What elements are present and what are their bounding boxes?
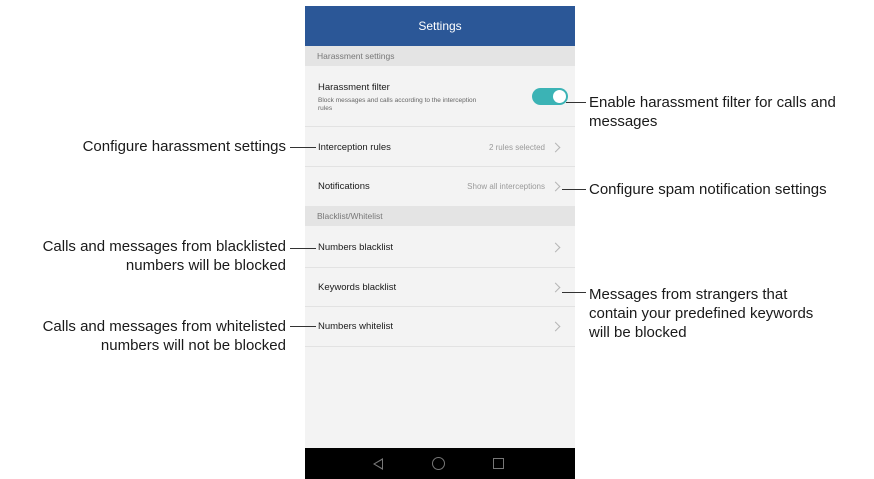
callout-keywords-blacklist: Messages from strangers that contain you… <box>589 286 814 341</box>
callout-notifications: Configure spam notification settings <box>589 181 827 198</box>
harassment-filter-description: Block messages and calls according to th… <box>318 97 477 112</box>
section-header-label: Blacklist/Whitelist <box>317 211 383 221</box>
numbers-whitelist-row[interactable]: Numbers whitelist <box>305 307 575 347</box>
section-header-label: Harassment settings <box>317 51 395 61</box>
recent-apps-icon[interactable] <box>493 458 504 469</box>
section-header-blacklist-whitelist: Blacklist/Whitelist <box>305 206 575 226</box>
section-header-harassment: Harassment settings <box>305 46 575 66</box>
notifications-value: Show all interceptions <box>467 182 545 191</box>
toggle-knob <box>553 90 566 103</box>
numbers-blacklist-row[interactable]: Numbers blacklist <box>305 226 575 268</box>
home-icon[interactable] <box>432 457 445 470</box>
callout-numbers-whitelist: Calls and messages from whitelisted numb… <box>42 318 286 354</box>
keywords-blacklist-label: Keywords blacklist <box>318 282 397 293</box>
interception-rules-label: Interception rules <box>318 142 391 153</box>
numbers-whitelist-label: Numbers whitelist <box>318 321 393 332</box>
chevron-right-icon <box>550 282 561 293</box>
interception-rules-row[interactable]: Interception rules 2 rules selected <box>305 127 575 167</box>
navigation-bar <box>305 448 575 479</box>
leader-line <box>562 189 586 190</box>
callout-interception-rules: Configure harassment settings <box>82 138 286 155</box>
chevron-right-icon <box>550 142 561 153</box>
notifications-row[interactable]: Notifications Show all interceptions <box>305 167 575 206</box>
notifications-label: Notifications <box>318 181 370 192</box>
chevron-right-icon <box>550 242 561 253</box>
page-title: Settings <box>418 19 462 33</box>
chevron-right-icon <box>550 181 561 192</box>
title-bar: Settings <box>305 6 575 46</box>
interception-rules-value: 2 rules selected <box>488 143 545 152</box>
numbers-blacklist-label: Numbers blacklist <box>318 242 393 253</box>
phone-screen: Settings Harassment settings Harassment … <box>305 6 575 479</box>
keywords-blacklist-row[interactable]: Keywords blacklist <box>305 268 575 307</box>
leader-line <box>290 248 316 249</box>
back-icon[interactable] <box>373 458 383 470</box>
callout-numbers-blacklist: Calls and messages from blacklisted numb… <box>42 238 286 274</box>
callout-harassment-filter: Enable harassment filter for calls and m… <box>589 94 836 130</box>
harassment-filter-label: Harassment filter <box>318 82 390 93</box>
leader-line <box>290 326 316 327</box>
chevron-right-icon <box>550 321 561 332</box>
harassment-filter-toggle[interactable] <box>532 88 568 105</box>
leader-line <box>562 292 586 293</box>
leader-line <box>290 147 316 148</box>
leader-line <box>566 102 586 103</box>
